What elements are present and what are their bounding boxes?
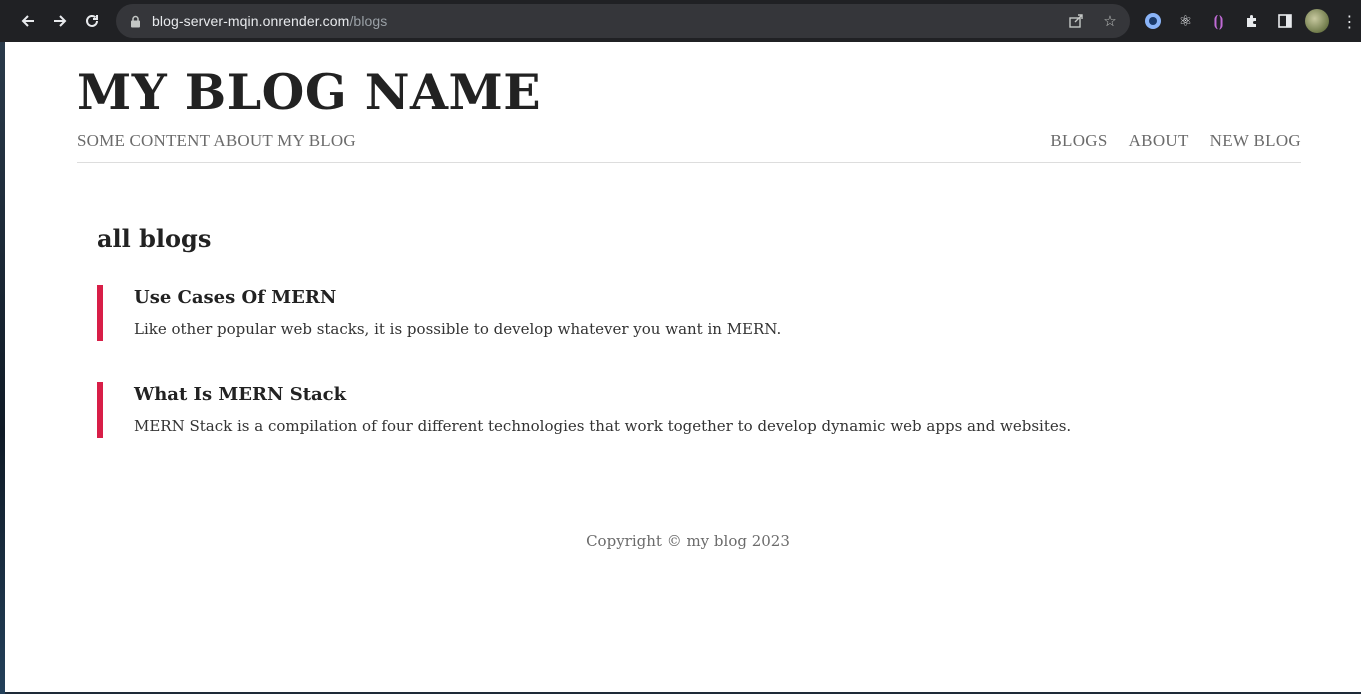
- lock-icon[interactable]: [128, 14, 142, 28]
- extension-icon[interactable]: ⦗⦘: [1206, 9, 1231, 34]
- react-devtools-icon[interactable]: ⚛: [1173, 9, 1198, 34]
- forward-arrow-icon[interactable]: [44, 5, 76, 37]
- url-path: /blogs: [349, 13, 388, 29]
- nav-link-blogs[interactable]: BLOGS: [1050, 131, 1107, 151]
- sidepanel-icon[interactable]: [1272, 9, 1297, 34]
- webpage: MY BLOG NAME SOME CONTENT ABOUT MY BLOG …: [5, 42, 1361, 692]
- nav-link-new-blog[interactable]: NEW BLOG: [1210, 131, 1301, 151]
- star-icon[interactable]: ☆: [1098, 9, 1122, 33]
- browser-toolbar: blog-server-mqin.onrender.com/blogs ☆ ⚛ …: [0, 0, 1361, 42]
- blog-list-item[interactable]: Use Cases Of MERN Like other popular web…: [97, 285, 1197, 341]
- share-icon[interactable]: [1064, 9, 1088, 33]
- nav-link-about[interactable]: ABOUT: [1129, 131, 1189, 151]
- site-nav: BLOGS ABOUT NEW BLOG: [1050, 131, 1301, 151]
- url-text[interactable]: blog-server-mqin.onrender.com/blogs: [152, 13, 387, 29]
- site-title[interactable]: MY BLOG NAME: [77, 68, 541, 117]
- main-content: all blogs Use Cases Of MERN Like other p…: [97, 224, 1197, 438]
- url-host: blog-server-mqin.onrender.com: [152, 13, 350, 29]
- puzzle-icon[interactable]: [1239, 9, 1264, 34]
- blog-title[interactable]: Use Cases Of MERN: [134, 287, 336, 308]
- profile-avatar[interactable]: [1305, 9, 1329, 33]
- blog-title[interactable]: What Is MERN Stack: [134, 384, 346, 405]
- site-header: MY BLOG NAME SOME CONTENT ABOUT MY BLOG …: [77, 42, 1301, 163]
- back-arrow-icon[interactable]: [12, 5, 44, 37]
- address-bar[interactable]: blog-server-mqin.onrender.com/blogs ☆: [116, 4, 1130, 38]
- site-subtitle: SOME CONTENT ABOUT MY BLOG: [77, 131, 356, 150]
- page-heading: all blogs: [97, 224, 212, 253]
- kebab-menu-icon[interactable]: ⋮: [1337, 9, 1361, 34]
- blog-snippet: Like other popular web stacks, it is pos…: [134, 320, 782, 338]
- extension-icon[interactable]: [1140, 9, 1165, 34]
- reload-icon[interactable]: [76, 5, 108, 37]
- blog-list-item[interactable]: What Is MERN Stack MERN Stack is a compi…: [97, 382, 1197, 438]
- blog-snippet: MERN Stack is a compilation of four diff…: [134, 417, 1072, 435]
- footer-copyright: Copyright © my blog 2023: [586, 532, 790, 550]
